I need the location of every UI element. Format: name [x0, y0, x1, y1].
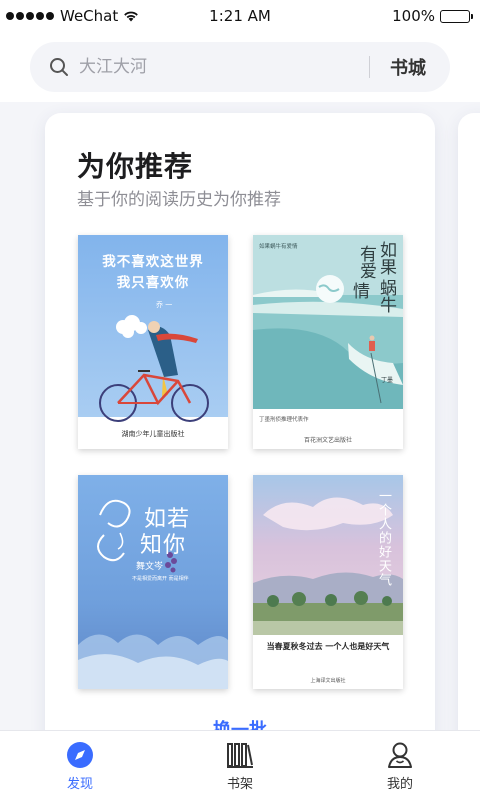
- book-2-author: 丁墨: [381, 377, 394, 384]
- book-1-author: 乔 一: [156, 301, 173, 309]
- book-3-tagline: 不是相爱而离开 而是相伴: [132, 576, 189, 582]
- book-1-title-line2: 我只喜欢你: [116, 275, 190, 291]
- bookstore-button[interactable]: 书城: [390, 54, 426, 80]
- tab-bookshelf[interactable]: 书架: [160, 731, 320, 800]
- search-header: 书城: [0, 32, 480, 102]
- book-2-title-col4: 情: [353, 282, 370, 302]
- recommend-title: 为你推荐: [77, 150, 194, 183]
- recommend-card: 为你推荐 基于你的阅读历史为你推荐 我不喜欢这世界 我只喜欢你 乔 一 湖南少年…: [45, 113, 435, 730]
- book-1-title-line1: 我不喜欢这世界: [102, 254, 204, 270]
- bottom-tab-bar: 发现 书架 我的: [0, 730, 480, 800]
- battery-percent: 100%: [392, 7, 435, 25]
- tab-discover-label: 发现: [66, 777, 93, 792]
- battery-icon: [440, 9, 473, 23]
- book-cover-3[interactable]: 如若 知你 舞文岑 不是相爱而离开 而是相伴: [78, 475, 228, 689]
- book-2-intro: 如果蜗牛有爱情: [259, 244, 298, 250]
- compass-icon: [67, 742, 93, 768]
- book-1-publisher: 湖南少年儿童出版社: [121, 430, 185, 438]
- book-2-blurb: 丁墨刑侦推理代表作: [259, 417, 309, 423]
- book-cover-2[interactable]: 如果蜗牛有爱情 如果 有爱 蜗牛 情 丁墨 丁墨刑侦推理代表作 百花洲文艺出版社: [253, 235, 403, 449]
- person-icon: [388, 742, 412, 768]
- book-cover-4[interactable]: 一个人的好天气 当春夏秋冬过去 一个人也是好天气 上海译文出版社: [253, 475, 403, 689]
- recommend-subtitle: 基于你的阅读历史为你推荐: [77, 190, 281, 210]
- book-2-publisher: 百花洲文艺出版社: [303, 437, 352, 444]
- book-2-title-col2: 有爱: [356, 245, 376, 279]
- book-3-title-b: 知你: [140, 533, 187, 558]
- tab-bookshelf-label: 书架: [226, 777, 253, 792]
- book-4-publisher: 上海译文出版社: [310, 678, 346, 684]
- bookshelf-icon: [227, 743, 253, 768]
- search-bar[interactable]: 书城: [30, 42, 450, 92]
- book-4-headline: 当春夏秋冬过去 一个人也是好天气: [266, 642, 390, 651]
- tab-me-label: 我的: [386, 777, 413, 792]
- book-cover-1[interactable]: 我不喜欢这世界 我只喜欢你 乔 一 湖南少年儿童出版社: [78, 235, 228, 449]
- status-bar: WeChat 1:21 AM 100%: [0, 0, 480, 32]
- book-3-author: 舞文岑: [136, 562, 164, 572]
- status-right: 100%: [392, 7, 473, 25]
- refresh-button[interactable]: 换一批: [45, 716, 435, 730]
- search-icon: [50, 58, 68, 76]
- next-card-peek[interactable]: [458, 113, 480, 730]
- book-4-title-vertical: 一个人的好天气: [376, 489, 391, 587]
- search-input[interactable]: [79, 57, 349, 77]
- search-divider: [369, 56, 370, 78]
- tab-discover[interactable]: 发现: [0, 731, 160, 800]
- recommend-carousel[interactable]: 为你推荐 基于你的阅读历史为你推荐 我不喜欢这世界 我只喜欢你 乔 一 湖南少年…: [0, 102, 480, 730]
- tab-me[interactable]: 我的: [320, 731, 480, 800]
